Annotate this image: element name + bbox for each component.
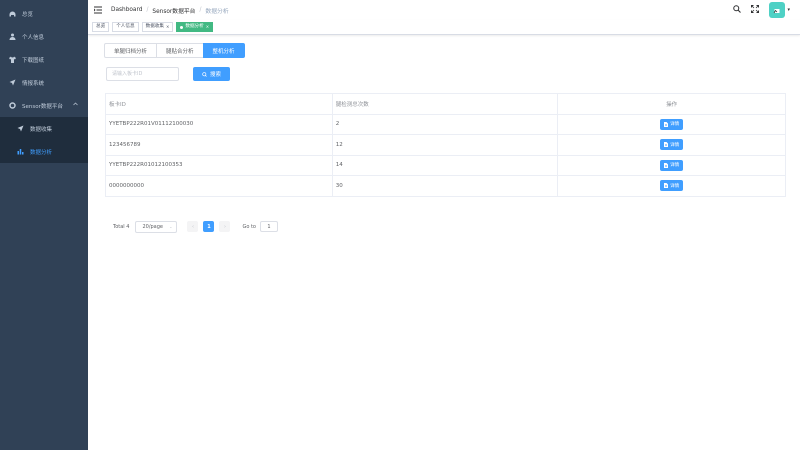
analysis-tab-group: 单腿归档分析 腿贴合分析 整机分析 xyxy=(104,43,245,58)
table-row: YYETBP222R01012100353 14 详情 xyxy=(105,154,786,176)
table-header-row: 板卡ID 腿检测总次数 操作 xyxy=(105,93,786,115)
count-cell: 12 xyxy=(331,134,559,156)
tab-whole-machine-analysis[interactable]: 整机分析 xyxy=(202,43,245,58)
tag-data-collection[interactable]: 数据收集 × xyxy=(141,22,174,32)
sidebar-item-overview[interactable]: 总览 xyxy=(0,2,88,25)
sidebar-item-label: 总览 xyxy=(22,11,34,18)
board-id-input[interactable] xyxy=(106,67,179,81)
board-id-cell: 123456789 xyxy=(105,134,333,156)
sidebar-item-data-analysis[interactable]: 数据分析 xyxy=(0,140,88,163)
count-cell: 30 xyxy=(331,175,559,197)
user-icon xyxy=(8,33,16,40)
goto-page-input[interactable] xyxy=(260,221,278,232)
sidebar-item-label: 数据收集 xyxy=(30,126,53,133)
document-icon xyxy=(664,183,669,189)
breadcrumb-item[interactable]: Dashboard xyxy=(111,7,142,13)
sidebar-item-label: Sensor数据平台 xyxy=(22,103,63,110)
page-size-select[interactable]: 20/page ⌄ xyxy=(135,220,178,233)
tab-leg-fit-analysis[interactable]: 腿贴合分析 xyxy=(156,43,204,58)
tab-single-leg-analysis[interactable]: 单腿归档分析 xyxy=(104,43,158,58)
page-number-current[interactable]: 1 xyxy=(203,221,215,232)
column-header: 腿检测总次数 xyxy=(331,93,559,115)
column-header: 板卡ID xyxy=(105,93,333,115)
detail-button[interactable]: 详情 xyxy=(660,159,684,171)
navbar: Dashboard / Sensor数据平台 / 数据分析 ▾ xyxy=(88,0,800,20)
search-icon[interactable] xyxy=(733,5,742,15)
breadcrumb-item-current: 数据分析 xyxy=(205,8,229,15)
tag-overview[interactable]: 总览 xyxy=(92,22,110,32)
chevron-down-icon: ⌄ xyxy=(169,223,173,229)
main-content: 单腿归档分析 腿贴合分析 整机分析 搜索 板卡ID 腿检测总次数 操作 YYET… xyxy=(88,36,800,450)
results-table: 板卡ID 腿检测总次数 操作 YYETBP222R01V01112100030 … xyxy=(105,93,786,197)
close-icon[interactable]: × xyxy=(206,23,209,31)
sidebar-item-data-collection[interactable]: 数据收集 xyxy=(0,117,88,140)
dashboard-icon xyxy=(8,11,16,17)
hamburger-icon[interactable] xyxy=(94,6,102,14)
tag-profile[interactable]: 个人信息 xyxy=(112,22,139,32)
shirt-icon xyxy=(8,56,16,63)
close-icon[interactable]: × xyxy=(166,23,169,31)
document-icon xyxy=(664,142,669,148)
chart-icon xyxy=(16,148,24,155)
right-menu: ▾ xyxy=(733,0,800,20)
avatar[interactable] xyxy=(769,2,786,18)
tag-data-analysis[interactable]: 数据分析 × xyxy=(176,22,214,32)
tags-view: 总览 个人信息 数据收集 × 数据分析 × xyxy=(88,20,800,35)
document-icon xyxy=(664,121,669,127)
table-row: YYETBP222R01V01112100030 2 详情 xyxy=(105,113,786,135)
count-cell: 2 xyxy=(331,113,559,135)
next-page-button[interactable]: › xyxy=(219,221,231,232)
fullscreen-icon[interactable] xyxy=(751,5,760,15)
sidebar-item-label: 下载图纸 xyxy=(22,57,45,64)
sidebar-item-sensor-platform[interactable]: Sensor数据平台 xyxy=(0,94,88,117)
table-row: 0000000000 30 详情 xyxy=(105,175,786,197)
sidebar-item-profile[interactable]: 个人信息 xyxy=(0,25,88,48)
search-button[interactable]: 搜索 xyxy=(193,67,230,81)
search-icon xyxy=(202,71,207,77)
active-dot xyxy=(180,25,184,29)
pagination: Total 4 20/page ⌄ ‹ 1 › Go to xyxy=(113,220,278,233)
prev-page-button[interactable]: ‹ xyxy=(187,221,199,232)
document-icon xyxy=(664,162,669,168)
table-row: 123456789 12 详情 xyxy=(105,134,786,156)
pagination-total: Total 4 xyxy=(113,223,130,230)
chevron-up-icon xyxy=(73,102,78,108)
column-header: 操作 xyxy=(557,93,786,115)
sidebar-item-label: 个人信息 xyxy=(22,34,45,41)
caret-down-icon[interactable]: ▾ xyxy=(787,7,790,13)
detail-button[interactable]: 详情 xyxy=(660,180,684,192)
sidebar: 总览 个人信息 下载图纸 情报系统 Sensor数据平台 数据收集 数据分析 xyxy=(0,0,88,450)
detail-button[interactable]: 详情 xyxy=(660,118,684,130)
gear-icon xyxy=(8,102,16,109)
breadcrumb: Dashboard / Sensor数据平台 / 数据分析 xyxy=(111,6,229,15)
sidebar-item-label: 数据分析 xyxy=(30,149,53,156)
send-icon xyxy=(16,125,24,132)
detail-button[interactable]: 详情 xyxy=(660,139,684,151)
sidebar-item-download[interactable]: 下载图纸 xyxy=(0,48,88,71)
send-icon xyxy=(8,79,16,86)
breadcrumb-item[interactable]: Sensor数据平台 xyxy=(152,6,195,15)
board-id-cell: YYETBP222R01V01112100030 xyxy=(105,113,333,135)
count-cell: 14 xyxy=(331,154,559,176)
goto-label: Go to xyxy=(242,223,256,230)
board-id-cell: YYETBP222R01012100353 xyxy=(105,154,333,176)
board-id-cell: 0000000000 xyxy=(105,175,333,197)
sidebar-item-label: 情报系统 xyxy=(22,80,45,87)
sidebar-item-intel[interactable]: 情报系统 xyxy=(0,71,88,94)
